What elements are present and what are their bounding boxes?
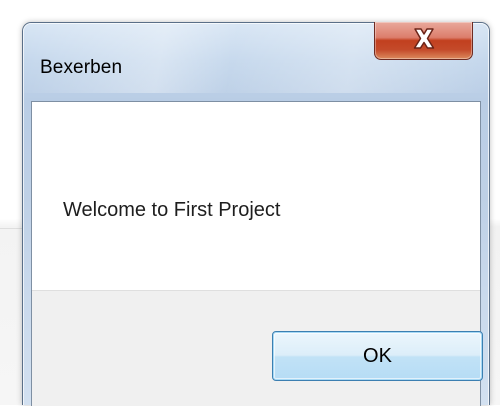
message-area: Welcome to First Project <box>32 102 480 290</box>
close-icon <box>375 25 472 58</box>
dialog-title: Bexerben <box>40 57 123 78</box>
background-divider <box>0 228 22 229</box>
dialog-message: Welcome to First Project <box>63 199 281 221</box>
dialog-body: Welcome to First Project OK <box>31 101 483 406</box>
ok-button[interactable]: OK <box>272 331 483 381</box>
background-right <box>490 0 500 405</box>
dialog-window: Bexerben Welcome to First Project OK <box>22 22 490 406</box>
close-button[interactable] <box>374 22 473 60</box>
background-left <box>0 0 22 405</box>
button-area: OK <box>32 290 483 406</box>
